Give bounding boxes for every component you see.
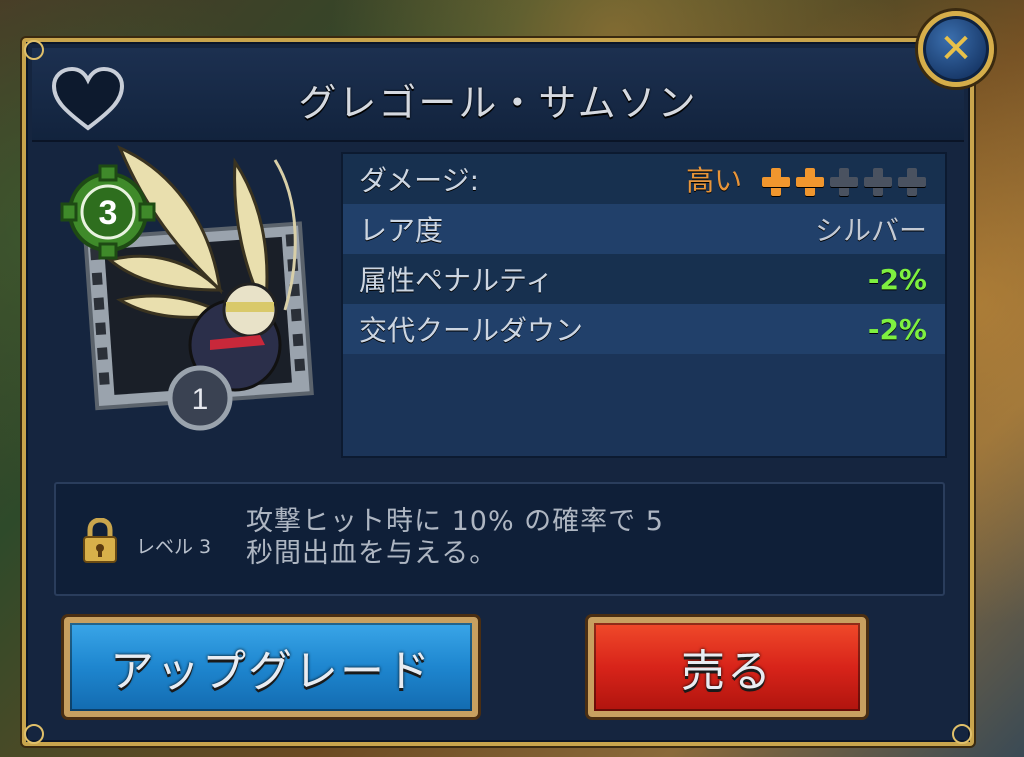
ability-box: レベル 3 攻撃ヒット時に 10% の確率で 5 秒間出血を与える。 (54, 482, 945, 596)
stat-row-damage: ダメージ: 高い (343, 154, 945, 204)
stat-row-swap-cooldown: 交代クールダウン -2% (343, 304, 945, 354)
plus-icon-empty (863, 167, 893, 197)
ability-level-label: レベル 3 (136, 536, 212, 558)
stat-value: -2% (867, 312, 927, 346)
fighter-name-title: グレゴール・サムソン (298, 81, 698, 125)
stat-value: シルバー (814, 214, 927, 247)
upgrade-button-label: アップグレード (110, 646, 432, 697)
lock-icon (83, 518, 117, 563)
sell-button-label: 売る (681, 646, 773, 697)
plus-icon-filled (761, 167, 791, 197)
frame-corner (24, 724, 44, 744)
damage-rating (761, 167, 927, 197)
plus-icon-filled (795, 167, 825, 197)
close-icon: ✕ (939, 26, 973, 72)
stat-label: 交代クールダウン (359, 314, 584, 347)
close-button[interactable]: ✕ (918, 11, 994, 87)
stat-label: ダメージ: (359, 164, 480, 197)
ability-description: 攻撃ヒット時に 10% の確率で 5 秒間出血を与える。 (246, 506, 886, 570)
frame-corner (952, 724, 972, 744)
ability-line-2: 秒間出血を与える。 (246, 538, 498, 569)
slot-badge: 1 (167, 365, 233, 431)
title-bar: グレゴール・サムソン (32, 48, 964, 142)
stat-value: 高い (686, 164, 743, 197)
upgrade-button[interactable]: アップグレード (64, 617, 478, 717)
stat-label: 属性ペナルティ (359, 264, 554, 297)
stat-label: レア度 (359, 214, 444, 247)
slot-number: 1 (192, 383, 209, 416)
plus-icon-empty (897, 167, 927, 197)
sell-button[interactable]: 売る (588, 617, 866, 717)
plus-icon-empty (829, 167, 859, 197)
fighter-portrait-card[interactable]: 3 1 (60, 140, 330, 440)
frame-corner (24, 40, 44, 60)
ability-line-1: 攻撃ヒット時に 10% の確率で 5 (246, 506, 664, 537)
stat-value: -2% (867, 262, 927, 296)
stat-row-element-penalty: 属性ペナルティ -2% (343, 254, 945, 304)
stat-row-rarity: レア度 シルバー (343, 204, 945, 254)
stats-table: ダメージ: 高い レア度 シルバー 属性ペナルティ -2% 交代クールダウン -… (341, 152, 947, 458)
tier-number: 3 (99, 194, 118, 232)
